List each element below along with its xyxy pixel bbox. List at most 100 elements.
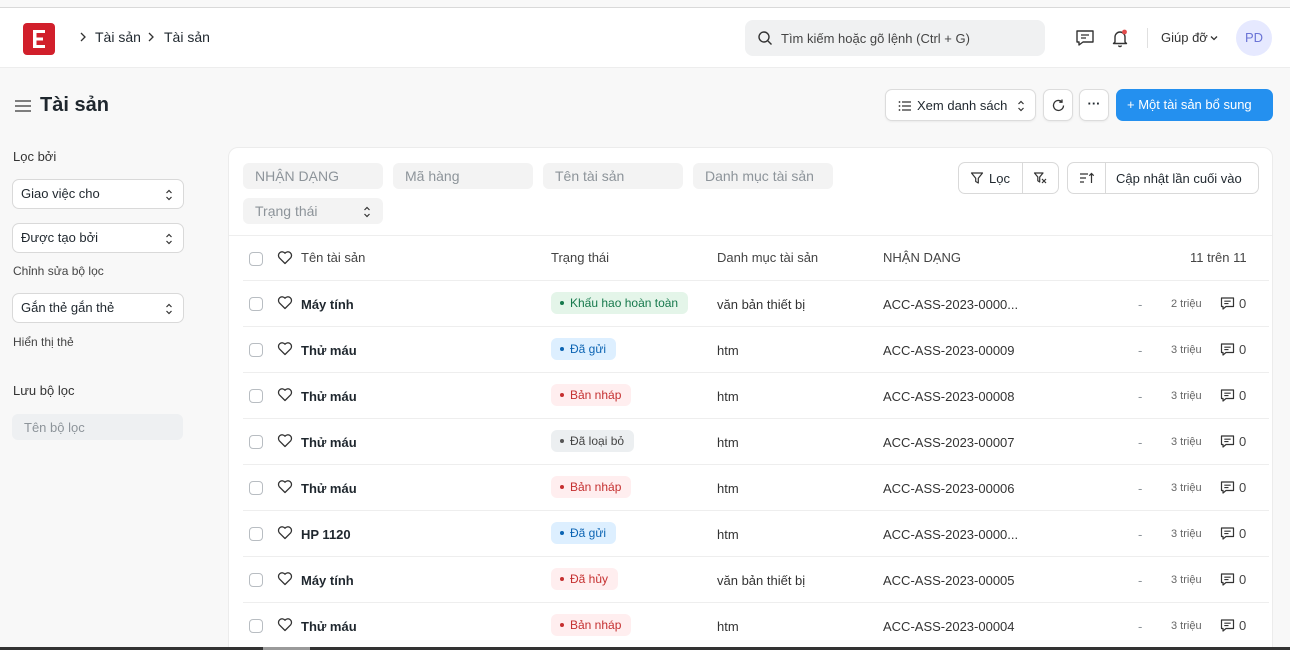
chat-icon[interactable] bbox=[1074, 27, 1096, 49]
modified-time: 3 triệu bbox=[1171, 344, 1202, 356]
menu-icon[interactable] bbox=[14, 98, 32, 114]
asset-name-link[interactable]: Thử máu bbox=[301, 619, 357, 634]
row-checkbox[interactable] bbox=[249, 619, 263, 633]
heart-icon[interactable] bbox=[277, 571, 293, 586]
heart-icon[interactable] bbox=[277, 341, 293, 356]
status-dot bbox=[560, 484, 564, 489]
row-checkbox[interactable] bbox=[249, 435, 263, 449]
table-row[interactable]: Thử máu Đã loại bỏ htm ACC-ASS-2023-00007 - 3… bbox=[243, 419, 1269, 465]
row-checkbox[interactable] bbox=[249, 573, 263, 587]
heart-icon[interactable] bbox=[277, 617, 293, 632]
empty-cell: - bbox=[1138, 573, 1143, 588]
asset-name-link[interactable]: Thử máu bbox=[301, 435, 357, 450]
breadcrumb-item-1[interactable]: Tài sản bbox=[95, 29, 141, 45]
sort-icon[interactable] bbox=[1079, 171, 1095, 185]
column-header-id[interactable]: NHẬN DẠNG bbox=[883, 250, 961, 265]
edit-filters-link[interactable]: Chỉnh sửa bộ lọc bbox=[13, 264, 104, 278]
assigned-to-select[interactable]: Giao việc cho bbox=[12, 179, 184, 209]
comment-count: 0 bbox=[1239, 480, 1247, 495]
asset-name-filter-field[interactable]: Tên tài sản bbox=[543, 163, 683, 189]
sort-button-group: Cập nhật lần cuối vào bbox=[1067, 162, 1259, 194]
status-filter-label: Trạng thái bbox=[255, 203, 318, 219]
comment-icon bbox=[1220, 297, 1235, 310]
comment-count: 0 bbox=[1239, 618, 1247, 633]
asset-name-link[interactable]: Máy tính bbox=[301, 573, 354, 588]
comment-icon bbox=[1220, 527, 1235, 540]
sort-by-button[interactable]: Cập nhật lần cuối vào bbox=[1116, 171, 1242, 186]
row-checkbox[interactable] bbox=[249, 297, 263, 311]
heart-icon[interactable] bbox=[277, 250, 293, 265]
tags-select[interactable]: Gắn thẻ gắn thẻ bbox=[12, 293, 184, 323]
heart-icon[interactable] bbox=[277, 525, 293, 540]
search-input[interactable] bbox=[781, 20, 1036, 56]
comment-count: 0 bbox=[1239, 572, 1247, 587]
chevron-right-icon bbox=[80, 32, 86, 42]
id-cell: ACC-ASS-2023-00006 bbox=[883, 481, 1015, 496]
select-all-checkbox[interactable] bbox=[249, 252, 263, 266]
empty-cell: - bbox=[1138, 527, 1143, 542]
row-checkbox[interactable] bbox=[249, 343, 263, 357]
row-checkbox[interactable] bbox=[249, 481, 263, 495]
asset-name-link[interactable]: Máy tính bbox=[301, 297, 354, 312]
id-filter-field[interactable]: NHẬN DẠNG bbox=[243, 163, 383, 189]
item-code-filter-field[interactable]: Mã hàng bbox=[393, 163, 533, 189]
comment-count: 0 bbox=[1239, 388, 1247, 403]
modified-time: 3 triệu bbox=[1171, 620, 1202, 632]
table-row[interactable]: Thử máu Bản nháp htm ACC-ASS-2023-00006 - 3 t… bbox=[243, 465, 1269, 511]
id-cell: ACC-ASS-2023-0000... bbox=[883, 527, 1019, 542]
table-row[interactable]: Thử máu Bản nháp htm ACC-ASS-2023-00008 - 3 t… bbox=[243, 373, 1269, 419]
avatar[interactable]: PD bbox=[1236, 20, 1272, 56]
row-checkbox[interactable] bbox=[249, 527, 263, 541]
comment-count: 0 bbox=[1239, 526, 1247, 541]
filter-button[interactable]: Lọc bbox=[989, 171, 1010, 186]
modified-time: 2 triệu bbox=[1171, 298, 1202, 310]
asset-category-filter-field[interactable]: Danh mục tài sản bbox=[693, 163, 833, 189]
comment-icon bbox=[1220, 481, 1235, 494]
table-row[interactable]: Máy tính Khấu hao hoàn toàn văn bản thiết … bbox=[243, 281, 1269, 327]
id-cell: ACC-ASS-2023-00005 bbox=[883, 573, 1015, 588]
row-checkbox[interactable] bbox=[249, 389, 263, 403]
status-badge-text: Khấu hao hoàn toàn bbox=[570, 296, 679, 310]
refresh-button[interactable] bbox=[1043, 89, 1073, 121]
table-row[interactable]: Máy tính Đã hủy văn bản thiết bị ACC-ASS-20… bbox=[243, 557, 1269, 603]
table-row[interactable]: Thử máu Đã gửi htm ACC-ASS-2023-00009 - 3 tri… bbox=[243, 327, 1269, 373]
asset-name-link[interactable]: Thử máu bbox=[301, 389, 357, 404]
asset-category-cell: htm bbox=[717, 481, 739, 496]
bell-icon[interactable] bbox=[1109, 27, 1131, 49]
empty-cell: - bbox=[1138, 481, 1143, 496]
modified-time: 3 triệu bbox=[1171, 390, 1202, 402]
add-asset-button[interactable]: + Một tài sản bổ sung bbox=[1116, 89, 1273, 121]
created-by-select[interactable]: Được tạo bởi bbox=[12, 223, 184, 253]
table-row[interactable]: HP 1120 Đã gửi htm ACC-ASS-2023-0000... - 3 t… bbox=[243, 511, 1269, 557]
modified-time: 3 triệu bbox=[1171, 574, 1202, 586]
help-menu[interactable]: Giúp đỡ bbox=[1161, 30, 1208, 45]
status-badge: Bản nháp bbox=[551, 384, 632, 406]
view-switcher-button[interactable]: Xem danh sách bbox=[885, 89, 1036, 121]
asset-name-link[interactable]: Thử máu bbox=[301, 481, 357, 496]
status-filter-select[interactable]: Trạng thái bbox=[243, 198, 383, 224]
created-by-label: Được tạo bởi bbox=[21, 230, 99, 245]
asset-name-link[interactable]: Thử máu bbox=[301, 343, 357, 358]
asset-category-cell: htm bbox=[717, 435, 739, 450]
show-tags-link[interactable]: Hiển thị thẻ bbox=[13, 335, 74, 349]
heart-icon[interactable] bbox=[277, 387, 293, 402]
modified-time: 3 triệu bbox=[1171, 482, 1202, 494]
asset-name-link[interactable]: HP 1120 bbox=[301, 527, 351, 542]
search-bar[interactable] bbox=[745, 20, 1045, 56]
filter-name-input[interactable] bbox=[12, 414, 183, 440]
status-badge: Khấu hao hoàn toàn bbox=[551, 292, 689, 314]
heart-icon[interactable] bbox=[277, 295, 293, 310]
more-options-button[interactable]: ··· bbox=[1079, 89, 1109, 121]
id-cell: ACC-ASS-2023-00009 bbox=[883, 343, 1015, 358]
updown-icon bbox=[166, 189, 172, 201]
column-header-status[interactable]: Trạng thái bbox=[551, 250, 609, 265]
heart-icon[interactable] bbox=[277, 433, 293, 448]
app-logo[interactable] bbox=[23, 23, 55, 55]
asset-category-cell: văn bản thiết bị bbox=[717, 573, 806, 588]
column-header-asset-name[interactable]: Tên tài sản bbox=[301, 250, 365, 265]
column-header-asset-category[interactable]: Danh mục tài sản bbox=[717, 250, 818, 265]
filter-clear-icon[interactable] bbox=[1033, 171, 1047, 185]
table-row[interactable]: Thử máu Bản nháp htm ACC-ASS-2023-00004 - 3 t… bbox=[243, 603, 1269, 649]
heart-icon[interactable] bbox=[277, 479, 293, 494]
breadcrumb-item-2[interactable]: Tài sản bbox=[164, 29, 210, 45]
